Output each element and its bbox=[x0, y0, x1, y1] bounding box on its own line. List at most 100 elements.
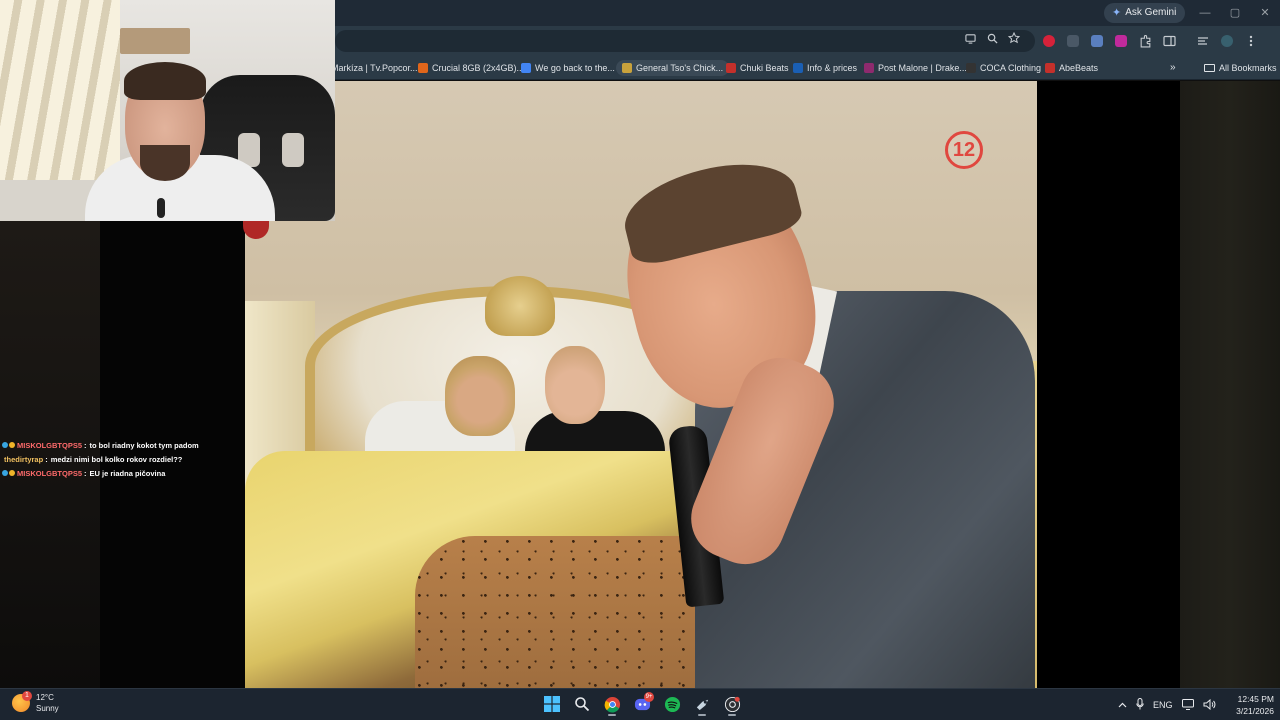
bookmark-item[interactable]: AbeBeats bbox=[1045, 60, 1098, 76]
side-panel-icon[interactable] bbox=[1160, 30, 1178, 52]
webcam-overlay bbox=[0, 0, 335, 221]
minimize-button[interactable]: — bbox=[1190, 0, 1220, 26]
reading-list-icon[interactable] bbox=[1194, 30, 1212, 52]
chrome-taskbar-icon[interactable] bbox=[600, 692, 624, 716]
puzzle-extensions-icon[interactable] bbox=[1136, 30, 1154, 52]
opera-extension-icon[interactable] bbox=[1040, 30, 1058, 52]
windows-start-button[interactable] bbox=[540, 692, 564, 716]
tiktok-favicon bbox=[966, 63, 976, 73]
menu-kebab-icon[interactable] bbox=[1242, 30, 1260, 52]
system-clock[interactable]: 12:45 PM 3/21/2026 bbox=[1226, 693, 1274, 717]
chat-message: thedirtyrap : medzi nimi bol kolko rokov… bbox=[2, 452, 242, 466]
spotify-taskbar-icon[interactable] bbox=[660, 692, 684, 716]
google-favicon bbox=[521, 63, 531, 73]
bookmark-favicon bbox=[1045, 63, 1055, 73]
gemini-sparkle-icon: ✦ bbox=[1112, 7, 1122, 19]
ask-gemini-label: Ask Gemini bbox=[1125, 7, 1177, 18]
chat-separator: : bbox=[45, 454, 48, 464]
steam-taskbar-icon[interactable] bbox=[690, 692, 714, 716]
bookmark-favicon bbox=[726, 63, 736, 73]
bookmark-item[interactable]: Info & prices bbox=[793, 60, 857, 76]
webcam-shelf-box bbox=[120, 28, 190, 54]
all-bookmarks-button[interactable]: All Bookmarks bbox=[1204, 60, 1277, 76]
bookmark-label: Info & prices bbox=[807, 63, 858, 73]
ask-gemini-button[interactable]: ✦ Ask Gemini bbox=[1104, 3, 1186, 23]
volume-icon[interactable] bbox=[1203, 698, 1216, 712]
bookmark-label: We go back to the... bbox=[535, 63, 615, 73]
chat-badge-icon bbox=[9, 470, 15, 476]
weather-condition: Sunny bbox=[36, 704, 59, 713]
bookmark-item[interactable]: Chuki Beats bbox=[726, 60, 789, 76]
webcam-window-blinds bbox=[0, 0, 120, 180]
stream-chat: MISKOLGBTQPS5 : to bol riadny kokot tym … bbox=[2, 438, 242, 480]
bookmark-item[interactable]: Post Malone | Drake... bbox=[864, 60, 967, 76]
chat-badge-icon bbox=[9, 442, 15, 448]
chat-badge-icon bbox=[2, 470, 8, 476]
bookmark-label: General Tso's Chick... bbox=[636, 63, 724, 73]
zoom-icon[interactable] bbox=[984, 30, 1000, 52]
video-person-head bbox=[545, 346, 605, 424]
system-tray: ENG bbox=[1118, 689, 1216, 720]
microphone-icon[interactable] bbox=[1136, 698, 1144, 712]
bookmark-label: COCA Clothing bbox=[980, 63, 1042, 73]
chat-text: medzi nimi bol kolko rokov rozdiel?? bbox=[50, 454, 183, 464]
counter-extension-icon[interactable] bbox=[1088, 30, 1106, 52]
taskbar: 1 12°C Sunny 9+ ENG 12:45 PM 3/21/2026 bbox=[0, 688, 1280, 720]
obs-taskbar-icon[interactable] bbox=[720, 692, 744, 716]
bookmark-label: Markíza | Tv.Popcor... bbox=[331, 63, 418, 73]
address-bar-actions bbox=[962, 30, 1022, 52]
webcam-person-hair bbox=[124, 62, 206, 100]
bookmark-label: Crucial 8GB (2x4GB)... bbox=[432, 63, 525, 73]
tray-overflow-chevron-icon[interactable] bbox=[1118, 700, 1127, 710]
all-bookmarks-label: All Bookmarks bbox=[1219, 63, 1277, 73]
input-language-indicator[interactable]: ENG bbox=[1153, 700, 1173, 710]
chair-cutout bbox=[282, 133, 304, 167]
bookmark-star-icon[interactable] bbox=[1006, 30, 1022, 52]
bookmark-label: Post Malone | Drake... bbox=[878, 63, 967, 73]
webcam-lavalier-mic bbox=[157, 198, 165, 218]
chat-badge-icon bbox=[2, 442, 8, 448]
bookmark-favicon bbox=[864, 63, 874, 73]
search-icon[interactable] bbox=[570, 692, 594, 716]
bookmarks-overflow-button[interactable]: » bbox=[1170, 60, 1176, 76]
screen: ✦ Ask Gemini — ▢ ✕ Markíza | Tv.Popcor..… bbox=[0, 0, 1280, 720]
maximize-button[interactable]: ▢ bbox=[1220, 0, 1250, 26]
video-letterbox bbox=[1037, 81, 1180, 688]
chat-username: MISKOLGBTQPS5 bbox=[17, 440, 83, 450]
extensions-area bbox=[1040, 30, 1260, 52]
channel-logo: 12 bbox=[945, 131, 983, 169]
cast-icon[interactable] bbox=[962, 30, 978, 52]
chat-message: MISKOLGBTQPS5 : EU je riadna pičovina bbox=[2, 466, 242, 480]
bookmark-item[interactable]: COCA Clothing bbox=[966, 60, 1041, 76]
close-button[interactable]: ✕ bbox=[1250, 0, 1280, 26]
discord-taskbar-icon[interactable]: 9+ bbox=[630, 692, 654, 716]
weather-alert-badge: 1 bbox=[22, 691, 32, 701]
bookmark-item[interactable]: Markíza | Tv.Popcor... bbox=[331, 60, 418, 76]
chat-separator: : bbox=[84, 468, 87, 478]
bookmark-item[interactable]: We go back to the... bbox=[521, 60, 615, 76]
chat-text: EU je riadna pičovina bbox=[89, 468, 166, 478]
arrows-extension-icon[interactable] bbox=[1064, 30, 1082, 52]
bookmark-item[interactable]: Crucial 8GB (2x4GB)... bbox=[418, 60, 524, 76]
video-scene-crest bbox=[485, 276, 555, 336]
address-bar[interactable] bbox=[335, 30, 1035, 52]
bookmark-label: AbeBeats bbox=[1059, 63, 1099, 73]
profile-avatar[interactable] bbox=[1218, 30, 1236, 52]
clock-date: 3/21/2026 bbox=[1236, 706, 1274, 716]
sun-icon: 1 bbox=[12, 691, 32, 712]
twitch-extension-icon[interactable] bbox=[1112, 30, 1130, 52]
video-player[interactable]: 12 bbox=[245, 81, 1037, 688]
chat-separator: : bbox=[84, 440, 87, 450]
bookmark-item[interactable]: General Tso's Chick... bbox=[616, 60, 730, 76]
network-display-icon[interactable] bbox=[1181, 698, 1194, 712]
weather-temperature: 12°C bbox=[36, 693, 54, 702]
weather-widget[interactable]: 1 12°C Sunny bbox=[12, 691, 59, 714]
video-person-head bbox=[445, 356, 515, 436]
webcam-person-beard bbox=[140, 145, 190, 181]
discord-notification-badge: 9+ bbox=[644, 692, 654, 702]
bookmark-favicon bbox=[622, 63, 632, 73]
chat-text: to bol riadny kokot tym padom bbox=[89, 440, 199, 450]
chat-username: MISKOLGBTQPS5 bbox=[17, 468, 83, 478]
clock-time: 12:45 PM bbox=[1237, 694, 1274, 704]
bookmark-favicon bbox=[418, 63, 428, 73]
